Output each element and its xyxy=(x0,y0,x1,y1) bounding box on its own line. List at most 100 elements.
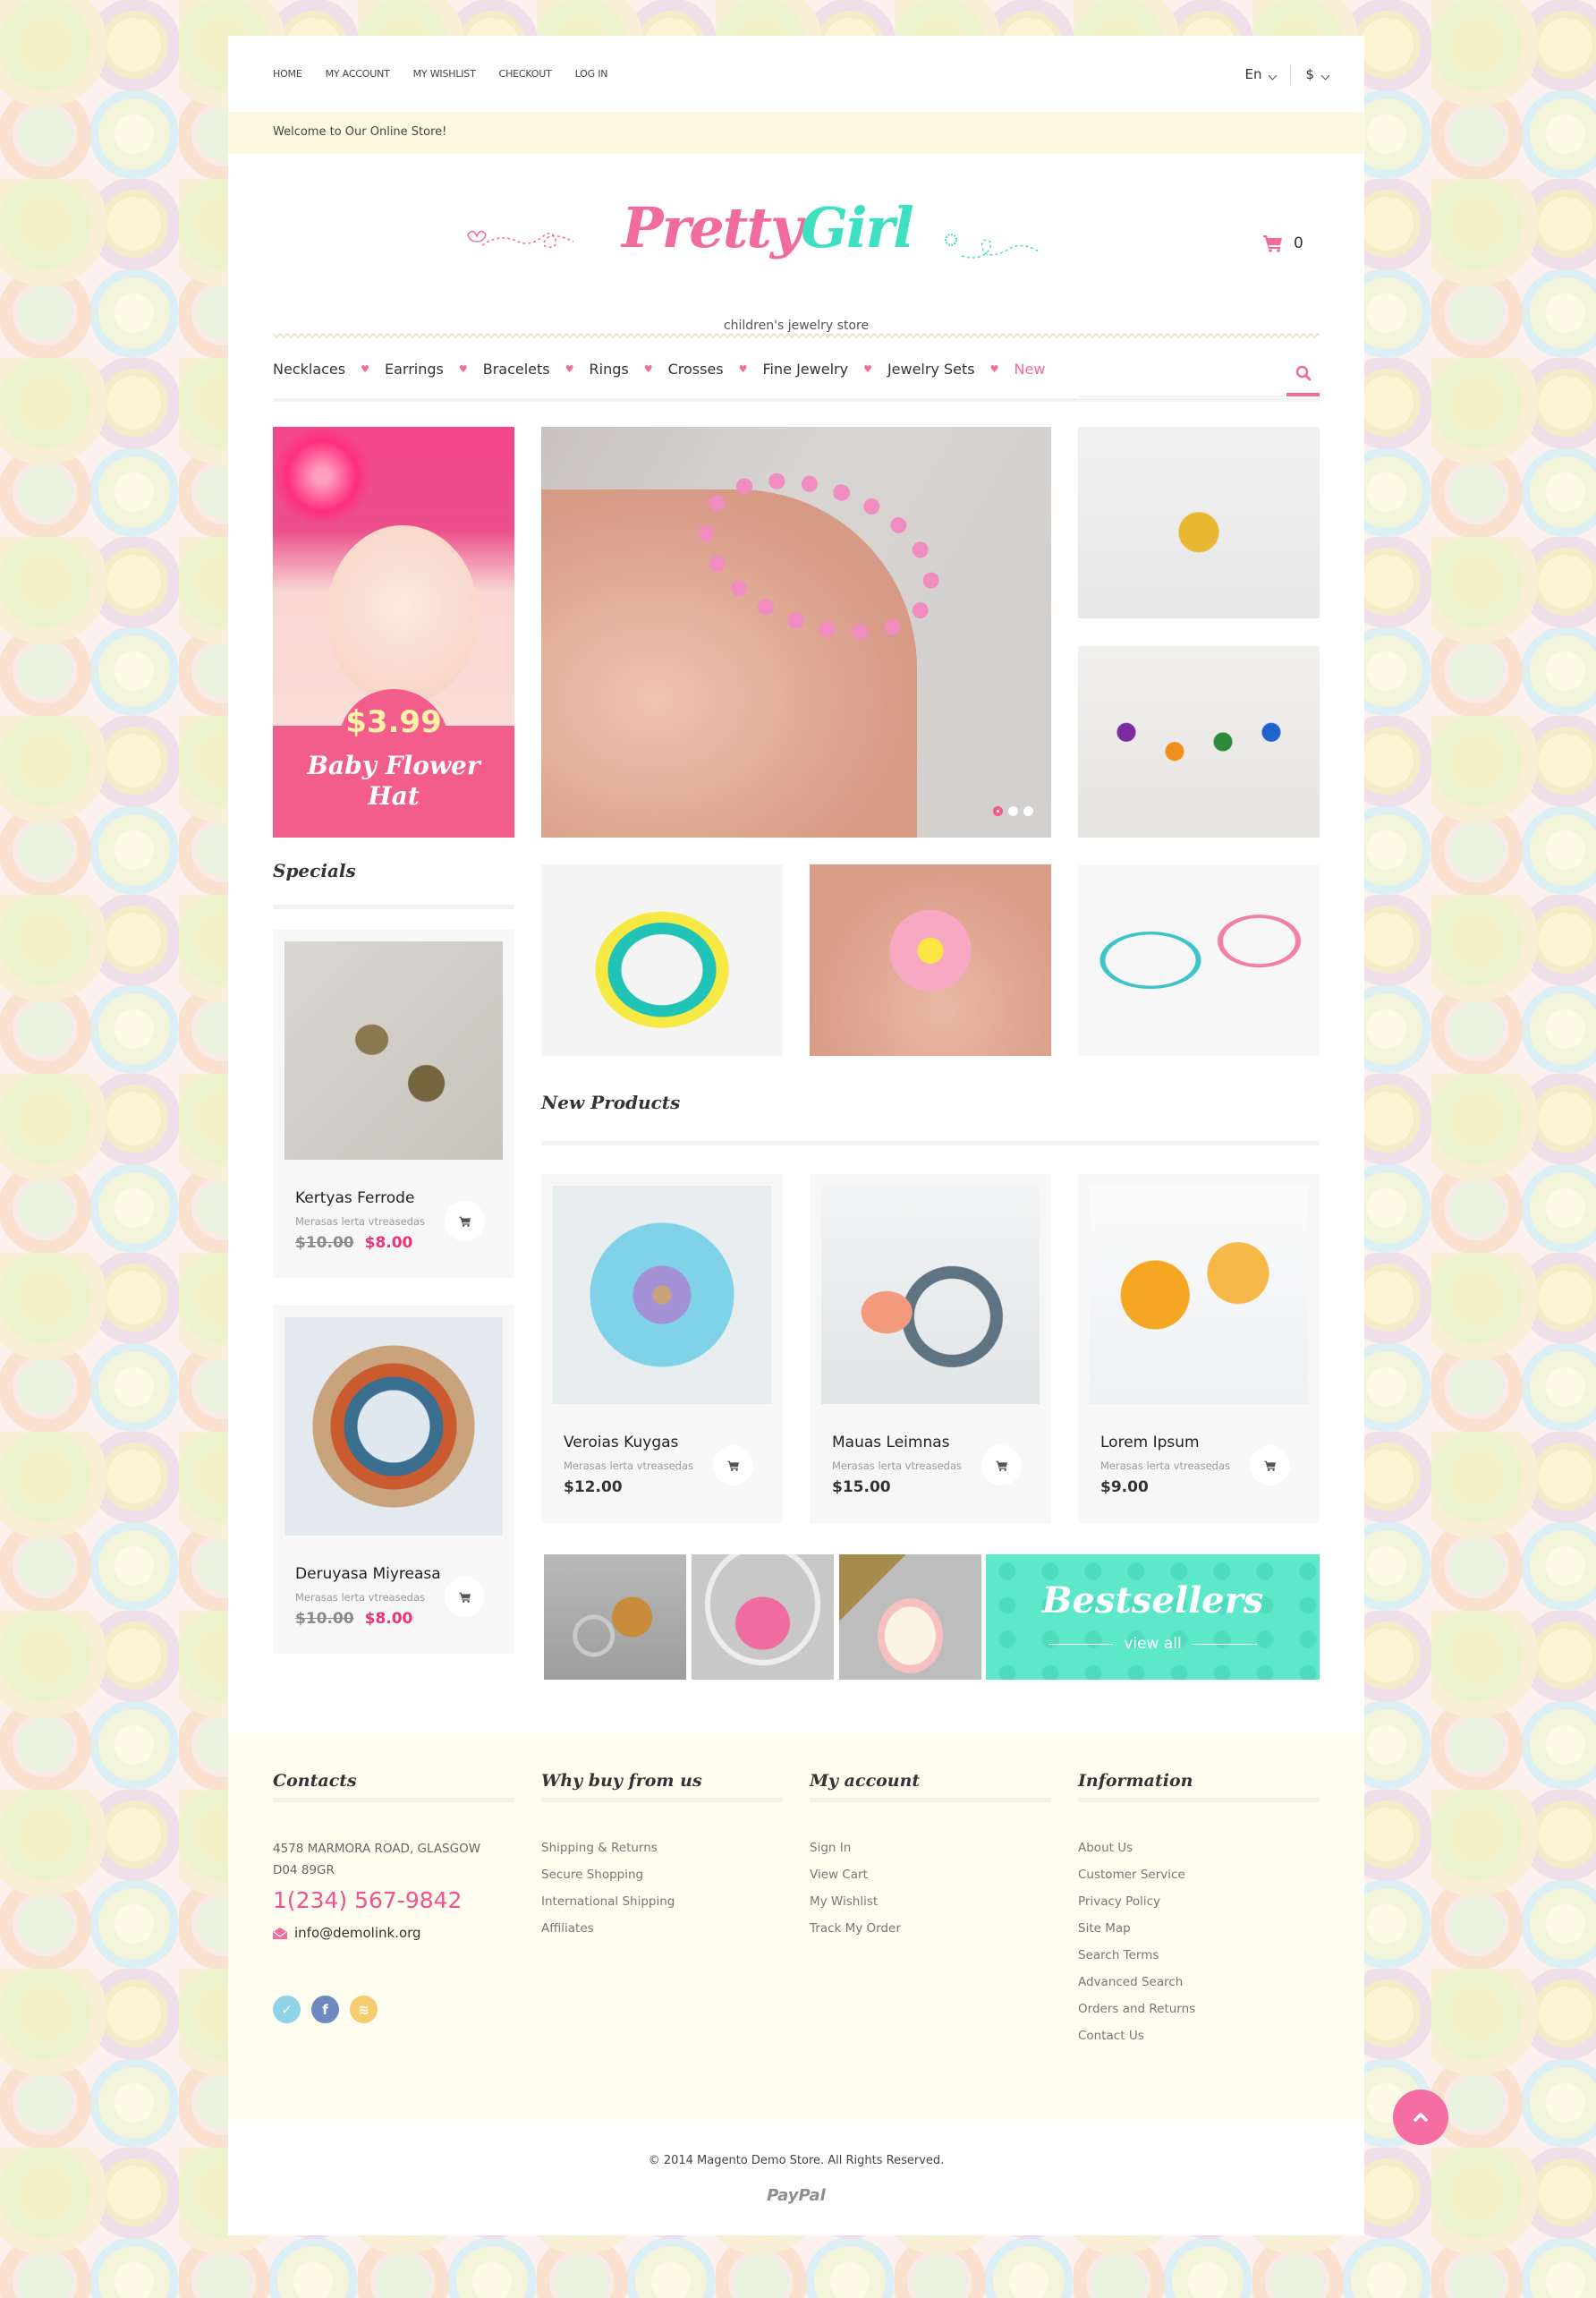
nav-item-new[interactable]: New xyxy=(1014,361,1046,378)
add-to-cart-button[interactable] xyxy=(445,1201,485,1241)
product-name[interactable]: Veroias Kuygas xyxy=(564,1434,678,1451)
footer-link[interactable]: Customer Service xyxy=(1078,1866,1195,1893)
add-to-cart-button[interactable] xyxy=(1250,1445,1290,1485)
copyright: © 2014 Magento Demo Store. All Rights Re… xyxy=(648,2154,945,2167)
slider-dot-3[interactable] xyxy=(1023,806,1033,816)
currency-select[interactable]: $ xyxy=(1305,66,1330,82)
banner-heart-bracelets[interactable] xyxy=(1078,864,1320,1056)
banner-braided-bracelet[interactable] xyxy=(541,864,783,1056)
facebook-icon[interactable]: f xyxy=(311,1996,339,2023)
footer-link[interactable]: Advanced Search xyxy=(1078,1973,1195,2000)
add-to-cart-button[interactable] xyxy=(981,1445,1022,1485)
divider xyxy=(1192,1643,1257,1645)
product-image[interactable] xyxy=(821,1186,1040,1404)
social-links: ✓ f ≋ xyxy=(273,1996,378,2023)
top-link-home[interactable]: HOME xyxy=(273,68,302,80)
bestsellers-banner[interactable]: Bestsellers view all xyxy=(986,1554,1320,1680)
product-price: $12.00 xyxy=(564,1478,623,1496)
search-button[interactable] xyxy=(1286,353,1320,396)
footer-link-list: Sign In View Cart My Wishlist Track My O… xyxy=(810,1839,901,1946)
heart-icon: ♥ xyxy=(458,363,468,375)
store-email[interactable]: info@demolink.org xyxy=(273,1925,421,1941)
footer-link[interactable]: International Shipping xyxy=(541,1893,675,1919)
nav-item-fine-jewelry[interactable]: Fine Jewelry xyxy=(763,361,849,378)
product-image[interactable] xyxy=(284,1317,503,1536)
new-product-card: Mauas Leimnas Merasas lerta vtreasedas $… xyxy=(810,1174,1051,1523)
product-description: Merasas lerta vtreasedas xyxy=(295,1215,425,1228)
banner-bow-bracelet[interactable] xyxy=(692,1554,834,1680)
banner-key-pendant[interactable] xyxy=(1078,427,1320,618)
nav-item-rings[interactable]: Rings xyxy=(590,361,629,378)
banner-flower-ring[interactable] xyxy=(810,864,1051,1056)
scroll-to-top-button[interactable] xyxy=(1393,2089,1448,2145)
rss-icon[interactable]: ≋ xyxy=(350,1996,378,2023)
address-line1: 4578 MARMORA ROAD, GLASGOW xyxy=(273,1842,481,1856)
product-name[interactable]: Kertyas Ferrode xyxy=(295,1189,414,1207)
heart-icon: ♥ xyxy=(361,363,369,375)
product-description: Merasas lerta vtreasedas xyxy=(295,1591,425,1604)
twitter-icon[interactable]: ✓ xyxy=(273,1996,301,2023)
promo-banner-baby-flower-hat[interactable]: $3.99 Baby Flower Hat xyxy=(273,427,514,838)
footer-link[interactable]: My Wishlist xyxy=(810,1893,901,1919)
special-product-card: Kertyas Ferrode Merasas lerta vtreasedas… xyxy=(273,930,514,1278)
add-to-cart-button[interactable] xyxy=(713,1445,753,1485)
footer-link[interactable]: Secure Shopping xyxy=(541,1866,675,1893)
top-link-my-wishlist[interactable]: MY WISHLIST xyxy=(413,68,476,80)
product-name[interactable]: Lorem Ipsum xyxy=(1100,1434,1200,1451)
footer-link[interactable]: Sign In xyxy=(810,1839,901,1866)
footer-link[interactable]: About Us xyxy=(1078,1839,1195,1866)
footer-link[interactable]: Site Map xyxy=(1078,1919,1195,1946)
welcome-message: Welcome to Our Online Store! xyxy=(273,125,447,139)
footer-link[interactable]: Privacy Policy xyxy=(1078,1893,1195,1919)
store-phone[interactable]: 1(234) 567-9842 xyxy=(273,1887,462,1913)
paypal-logo: PayPal xyxy=(767,2186,826,2205)
nav-item-earrings[interactable]: Earrings xyxy=(385,361,444,378)
banner-cake-pendant[interactable] xyxy=(839,1554,981,1680)
product-name[interactable]: Deruyasa Miyreasa xyxy=(295,1565,441,1583)
footer-link[interactable]: Search Terms xyxy=(1078,1946,1195,1973)
product-image[interactable] xyxy=(284,941,503,1160)
heart-icon: ♥ xyxy=(989,363,999,375)
footer-link[interactable]: Affiliates xyxy=(541,1919,675,1946)
bestsellers-view-all-link[interactable]: view all xyxy=(986,1635,1320,1653)
language-select[interactable]: En xyxy=(1244,66,1278,82)
nav-item-jewelry-sets[interactable]: Jewelry Sets xyxy=(887,361,975,378)
logo-wordmark: PrettyGirl xyxy=(622,195,914,260)
add-to-cart-button[interactable] xyxy=(445,1577,485,1617)
header-cart[interactable]: 0 xyxy=(1263,234,1303,252)
cart-count: 0 xyxy=(1294,234,1303,252)
flower-decoration-icon xyxy=(945,234,1041,259)
product-image[interactable] xyxy=(553,1186,771,1404)
search-input[interactable] xyxy=(1078,365,1284,397)
nav-item-necklaces[interactable]: Necklaces xyxy=(273,361,345,378)
address-line2: D04 89GR xyxy=(273,1863,335,1877)
old-price: $10.00 xyxy=(295,1234,354,1252)
banner-bead-necklace[interactable] xyxy=(1078,646,1320,838)
footer-link[interactable]: View Cart xyxy=(810,1866,901,1893)
top-link-log-in[interactable]: LOG IN xyxy=(575,68,608,80)
footer-heading: Why buy from us xyxy=(541,1771,702,1791)
chevron-down-icon xyxy=(1269,71,1278,81)
footer-heading: Information xyxy=(1078,1771,1193,1791)
heart-icon: ♥ xyxy=(738,363,748,375)
product-name[interactable]: Mauas Leimnas xyxy=(832,1434,950,1451)
hero-slider[interactable] xyxy=(541,427,1051,838)
view-all-label: view all xyxy=(1124,1635,1182,1653)
product-image[interactable] xyxy=(1090,1186,1308,1404)
footer-link-list: About Us Customer Service Privacy Policy… xyxy=(1078,1839,1195,2054)
specials-divider xyxy=(273,905,514,909)
top-link-my-account[interactable]: MY ACCOUNT xyxy=(326,68,390,80)
slider-dot-2[interactable] xyxy=(1008,806,1018,816)
footer-link[interactable]: Orders and Returns xyxy=(1078,2000,1195,2027)
top-link-checkout[interactable]: CHECKOUT xyxy=(499,68,552,80)
slider-dot-1[interactable] xyxy=(993,806,1003,816)
nav-item-bracelets[interactable]: Bracelets xyxy=(483,361,550,378)
top-links: HOME MY ACCOUNT MY WISHLIST CHECKOUT LOG… xyxy=(273,68,608,80)
footer-link[interactable]: Contact Us xyxy=(1078,2027,1195,2054)
footer-link[interactable]: Shipping & Returns xyxy=(541,1839,675,1866)
footer-link[interactable]: Track My Order xyxy=(810,1919,901,1946)
product-description: Merasas lerta vtreasedas xyxy=(832,1460,962,1472)
store-address: 4578 MARMORA ROAD, GLASGOW D04 89GR xyxy=(273,1838,480,1881)
banner-cookie-keychain[interactable] xyxy=(544,1554,686,1680)
nav-item-crosses[interactable]: Crosses xyxy=(668,361,724,378)
